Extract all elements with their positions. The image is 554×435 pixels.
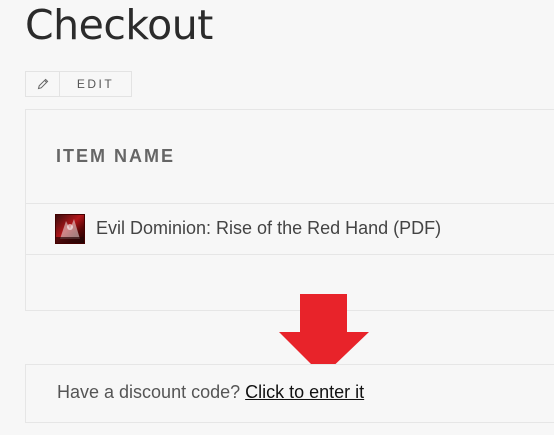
cart-table: ITEM NAME Evil Dominion: Rise of the Red… — [25, 109, 554, 311]
discount-prompt-line: Have a discount code? Click to enter it — [57, 382, 364, 403]
item-name[interactable]: Evil Dominion: Rise of the Red Hand (PDF… — [96, 218, 441, 239]
cart-header: ITEM NAME — [26, 110, 554, 204]
edit-icon-button[interactable] — [25, 71, 60, 97]
discount-prompt: Have a discount code? — [57, 382, 241, 402]
discount-box: Have a discount code? Click to enter it — [25, 364, 554, 423]
edit-toolbar: EDIT — [25, 71, 132, 97]
page-title: Checkout — [25, 1, 213, 49]
product-thumbnail[interactable] — [55, 214, 85, 244]
pencil-icon — [37, 78, 48, 90]
enter-discount-link[interactable]: Click to enter it — [245, 382, 364, 402]
edit-button[interactable]: EDIT — [60, 71, 132, 97]
cart-row: Evil Dominion: Rise of the Red Hand (PDF… — [26, 204, 554, 255]
column-header-item-name: ITEM NAME — [56, 146, 175, 166]
